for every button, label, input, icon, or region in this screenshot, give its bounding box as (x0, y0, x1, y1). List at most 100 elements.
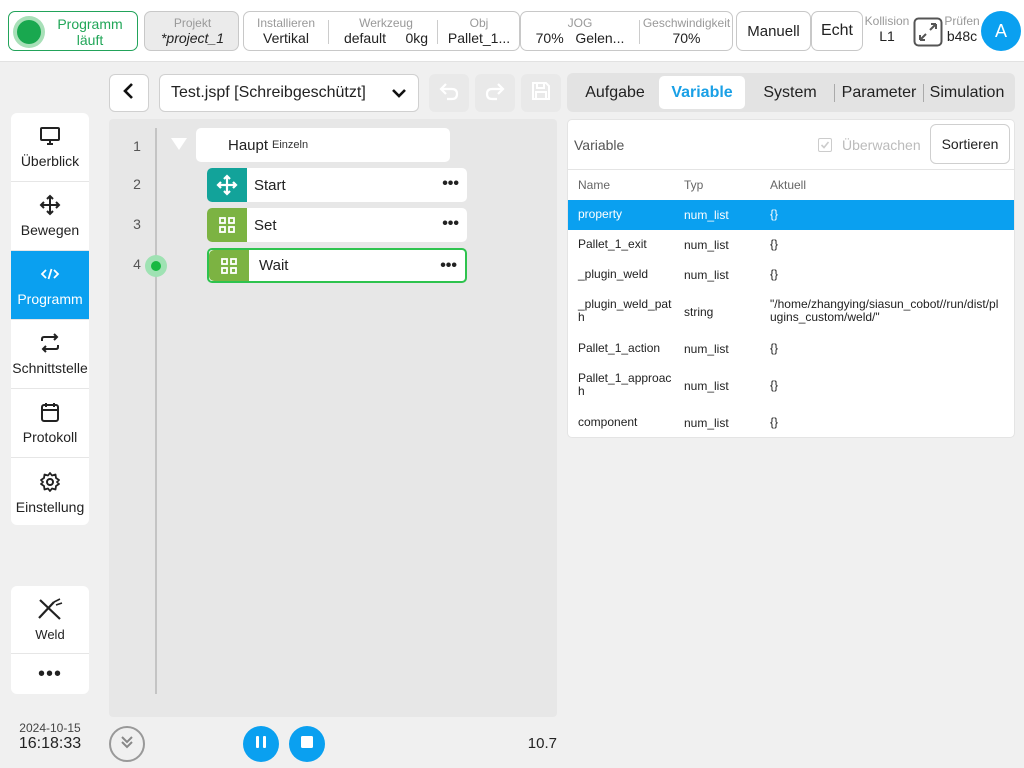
redo-icon (484, 81, 506, 106)
cell-type: num_list (684, 208, 729, 222)
program-status-pill[interactable]: Programm läuft (8, 11, 138, 51)
calendar-icon (39, 401, 61, 423)
cell-type: num_list (684, 268, 729, 282)
file-select[interactable]: Test.jspf [Schreibgeschützt] (159, 74, 419, 112)
checkbox-icon (818, 138, 832, 152)
weld-plugin-button[interactable]: Weld (11, 586, 89, 654)
real-mode-button[interactable]: Echt (811, 11, 863, 51)
sidebar-item-log[interactable]: Protokoll (11, 389, 89, 458)
weld-icon (36, 597, 64, 624)
project-value: *project_1 (160, 29, 225, 46)
tool-label: Werkzeug (359, 15, 413, 30)
chevron-left-icon (122, 82, 136, 105)
column-header-type: Typ (684, 178, 704, 192)
file-name: Test.jspf [Schreibgeschützt] (171, 84, 366, 101)
collision-value: L1 (879, 28, 895, 44)
install-label: Installieren (256, 15, 316, 30)
sidebar-nav: Überblick Bewegen Programm Schnittstelle… (11, 113, 89, 525)
cell-value: {} (770, 207, 779, 221)
tab-task[interactable]: Aufgabe (572, 76, 658, 109)
table-row[interactable]: _plugin_weld num_list {} (568, 260, 1014, 290)
tab-simulation[interactable]: Simulation (925, 76, 1009, 109)
checksum-label: Prüfen (944, 14, 980, 28)
tree-node-set[interactable]: Set ••• (207, 208, 467, 242)
node-label: Start (254, 176, 286, 194)
program-status-text: Programm läuft (57, 16, 123, 48)
save-button[interactable] (521, 74, 561, 112)
current-line-indicator-icon (145, 255, 167, 277)
tree-node-wait[interactable]: Wait ••• (207, 248, 467, 283)
expand-icon[interactable] (913, 17, 943, 47)
undo-button[interactable] (429, 74, 469, 112)
sidebar-item-interface[interactable]: Schnittstelle (11, 320, 89, 389)
top-bar: Programm läuft Projekt *project_1 Instal… (0, 0, 1024, 62)
node-label: Wait (259, 257, 289, 274)
table-row[interactable]: Pallet_1_exit num_list {} (568, 230, 1014, 260)
table-row[interactable]: _plugin_weld_path string "/home/zhangyin… (568, 290, 1014, 334)
scroll-to-current-button[interactable] (109, 726, 145, 762)
collapse-triangle-icon[interactable] (171, 138, 187, 150)
manual-mode-button[interactable]: Manuell (736, 11, 811, 51)
tab-system[interactable]: System (750, 76, 830, 109)
variable-panel: Variable Überwachen Sortieren Name Typ A… (567, 119, 1015, 438)
more-plugins-button[interactable]: ••• (11, 654, 89, 694)
move-icon (39, 194, 61, 216)
line-number: 1 (133, 138, 141, 154)
back-button[interactable] (109, 74, 149, 112)
stop-button[interactable] (289, 726, 325, 762)
cell-type: num_list (684, 416, 729, 430)
sidebar-item-program[interactable]: Programm (11, 251, 89, 320)
checksum-value: b48c (946, 28, 978, 44)
tree-node-start[interactable]: Start ••• (207, 168, 467, 202)
jog-label: JOG (567, 15, 593, 30)
user-avatar[interactable]: A (981, 11, 1021, 51)
code-icon (39, 263, 61, 285)
tab-parameter[interactable]: Parameter (837, 76, 921, 109)
redo-button[interactable] (475, 74, 515, 112)
collision-level[interactable]: Kollision L1 (864, 14, 910, 44)
jog-value: 70% Gelen... (535, 29, 625, 46)
divider (834, 84, 835, 102)
root-sub-label: Einzeln (272, 139, 309, 151)
cell-name: _plugin_weld_path (578, 297, 672, 324)
table-row[interactable]: component num_list {} (568, 408, 1014, 437)
more-options-icon[interactable]: ••• (442, 215, 459, 233)
tab-variable[interactable]: Variable (659, 76, 745, 109)
more-options-icon[interactable]: ••• (442, 175, 459, 193)
tab-bar: Aufgabe Variable System Parameter Simula… (567, 73, 1015, 112)
tree-root-node[interactable]: Haupt Einzeln (196, 128, 450, 162)
cell-type: num_list (684, 238, 729, 252)
project-box[interactable]: Projekt *project_1 (144, 11, 239, 51)
sidebar-item-settings[interactable]: Einstellung (11, 458, 89, 525)
install-tool-box[interactable]: Installieren Vertikal Werkzeug default 0… (243, 11, 520, 51)
table-row[interactable]: property num_list {} (568, 200, 1014, 230)
sidebar-item-label: Einstellung (15, 498, 85, 515)
chevron-down-icon (390, 84, 408, 107)
speed-value: 70% (672, 29, 701, 46)
cell-name: _plugin_weld (578, 267, 649, 281)
column-header-name: Name (578, 178, 611, 192)
sidebar-item-label: Protokoll (22, 429, 78, 445)
sidebar: Überblick Bewegen Programm Schnittstelle… (0, 63, 100, 768)
move-icon (207, 168, 247, 202)
divider (328, 20, 329, 44)
sidebar-item-move[interactable]: Bewegen (11, 182, 89, 251)
time-display: 16:18:33 (18, 735, 82, 752)
sidebar-item-overview[interactable]: Überblick (11, 113, 89, 182)
version-label: 10.7 (527, 735, 557, 752)
sidebar-item-label: Programm (17, 291, 83, 307)
jog-speed-box[interactable]: JOG 70% Gelen... Geschwindigkeit 70% (520, 11, 733, 51)
table-row[interactable]: Pallet_1_action num_list {} (568, 334, 1014, 364)
divider (568, 169, 1014, 170)
save-icon (530, 80, 552, 107)
pause-button[interactable] (243, 726, 279, 762)
monitor-checkbox[interactable]: Überwachen (818, 137, 921, 153)
more-options-icon[interactable]: ••• (440, 257, 457, 275)
cell-name: property (578, 207, 623, 221)
cell-name: Pallet_1_exit (578, 237, 647, 251)
sort-button[interactable]: Sortieren (930, 124, 1010, 164)
date-display: 2024-10-15 (19, 721, 81, 735)
grid-icon (209, 250, 249, 281)
table-row[interactable]: Pallet_1_approach num_list {} (568, 364, 1014, 408)
obj-label: Obj (469, 15, 489, 30)
